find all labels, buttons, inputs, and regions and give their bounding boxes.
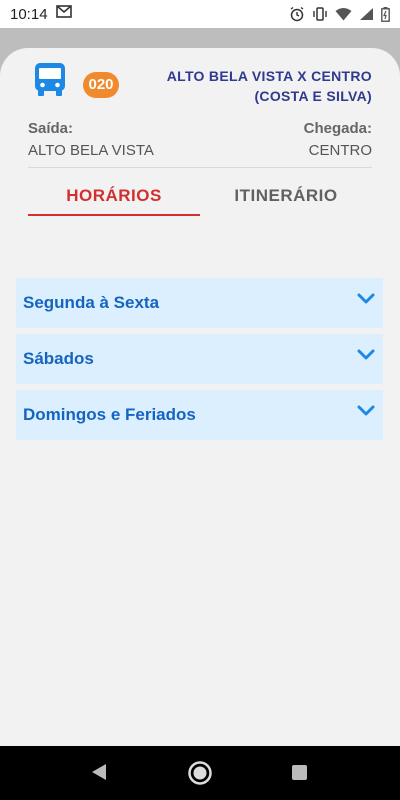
status-bar: 10:14 (0, 0, 400, 28)
battery-icon (381, 6, 390, 22)
schedule-sundays-holidays-label: Domingos e Feriados (23, 405, 196, 424)
schedule-accordion: Segunda à Sexta Sábados Domingos e Feria… (16, 278, 383, 446)
tab-itinerario[interactable]: ITINERÁRIO (200, 180, 372, 216)
signal-icon (359, 7, 374, 21)
gmail-icon (55, 5, 72, 23)
route-header: 020 ALTO BELA VISTA X CENTRO (COSTA E SI… (0, 62, 400, 122)
schedule-weekdays-label: Segunda à Sexta (23, 293, 160, 312)
schedule-sundays-holidays[interactable]: Domingos e Feriados (16, 390, 383, 440)
chevron-down-icon[interactable] (357, 292, 375, 310)
route-name-line2: (COSTA E SILVA) (254, 88, 372, 104)
chevron-down-icon[interactable] (357, 348, 375, 366)
status-time: 10:14 (10, 5, 48, 23)
trip-info: Saída: ALTO BELA VISTA Chegada: CENTRO (28, 120, 372, 164)
route-number-badge: 020 (83, 72, 119, 98)
departure-value: ALTO BELA VISTA (28, 142, 154, 159)
schedule-weekdays[interactable]: Segunda à Sexta (16, 278, 383, 328)
route-card: 020 ALTO BELA VISTA X CENTRO (COSTA E SI… (0, 48, 400, 746)
alarm-icon (289, 6, 305, 22)
schedule-saturdays-label: Sábados (23, 349, 94, 368)
wifi-icon (335, 7, 352, 21)
back-icon[interactable] (90, 762, 108, 787)
route-name: ALTO BELA VISTA X CENTRO (COSTA E SILVA) (132, 66, 372, 106)
route-name-line1: ALTO BELA VISTA X CENTRO (166, 68, 372, 84)
tab-bar: HORÁRIOS ITINERÁRIO (28, 180, 372, 220)
divider (28, 167, 372, 168)
arrival-value: CENTRO (308, 142, 372, 159)
departure-label: Saída: (28, 120, 74, 137)
tab-horarios[interactable]: HORÁRIOS (28, 180, 200, 216)
vibrate-icon (312, 6, 328, 22)
home-icon[interactable] (187, 760, 213, 791)
chevron-down-icon[interactable] (357, 404, 375, 422)
system-nav-bar (0, 746, 400, 800)
bus-icon (34, 62, 66, 103)
schedule-saturdays[interactable]: Sábados (16, 334, 383, 384)
arrival-label: Chegada: (303, 120, 372, 137)
recents-icon[interactable] (291, 764, 308, 786)
